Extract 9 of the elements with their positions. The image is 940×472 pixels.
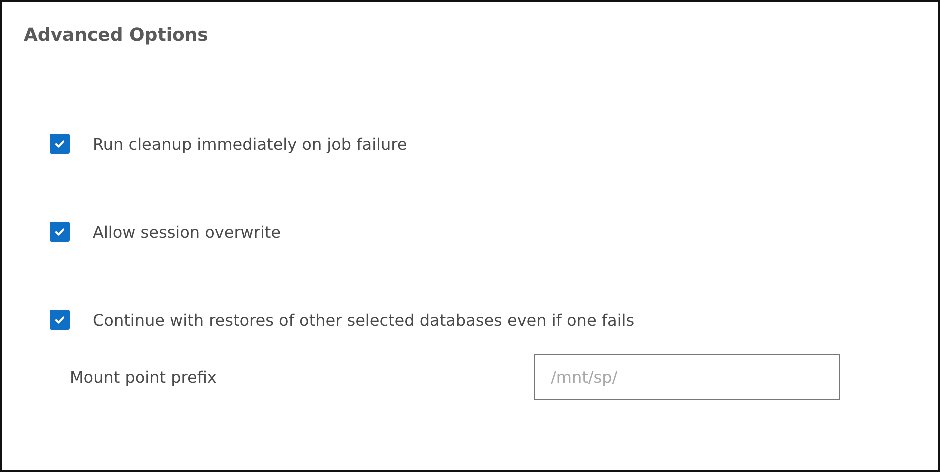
checkbox-label: Run cleanup immediately on job failure [93,134,408,154]
field-label: Mount point prefix [70,368,218,386]
input-field[interactable]: /mnt/sp/ [534,354,840,400]
section-title: Advanced Options [24,24,210,48]
checkbox[interactable] [50,310,70,330]
checkbox[interactable] [50,134,70,154]
checkbox[interactable] [50,222,70,242]
checkbox-label: Continue with restores of other selected databases even if one fails [93,310,635,330]
checkbox-label: Allow session overwrite [93,222,282,242]
